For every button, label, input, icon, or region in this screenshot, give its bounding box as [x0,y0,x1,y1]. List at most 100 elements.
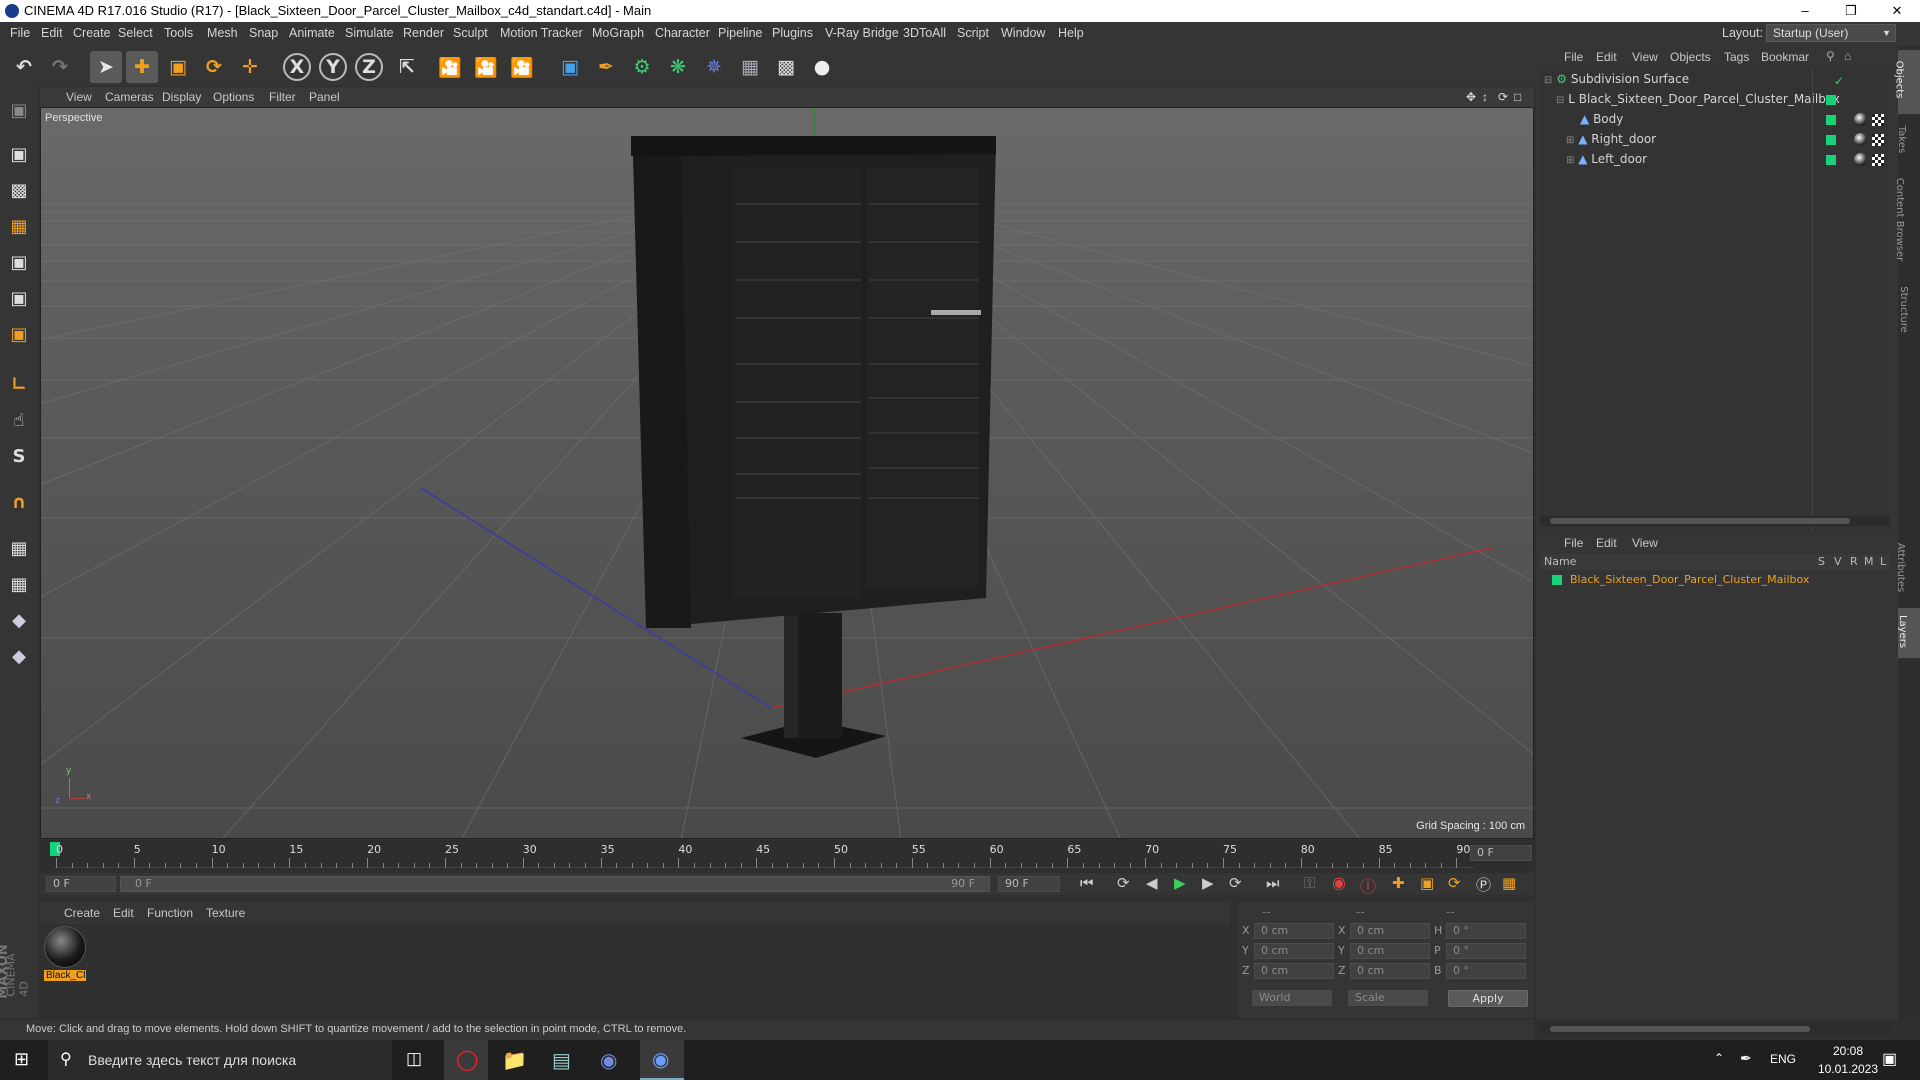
start-frame-field[interactable]: 0 F [46,876,116,892]
render-picture-viewer-icon[interactable]: 🎦 [470,51,502,83]
position-y-field[interactable]: 0 cm [1254,943,1334,959]
subdivision-surface-icon[interactable]: ⚙ [626,51,658,83]
move-tool-icon[interactable]: ✚ [126,51,158,83]
collapse-icon[interactable]: ⊟ [1556,95,1564,106]
tab-structure[interactable]: Structure [1898,280,1920,344]
polygons-mode-icon[interactable]: ▣ [3,318,35,350]
menu-select[interactable]: Select [118,26,153,40]
axis-mode-icon[interactable]: ∟ [3,368,35,400]
mat-menu-texture[interactable]: Texture [206,906,245,920]
key-position-icon[interactable]: ✚ [1392,874,1405,892]
object-row-mailbox[interactable]: ⊟ L Black_Sixteen_Door_Parcel_Cluster_Ma… [1556,92,1886,110]
menu-mesh[interactable]: Mesh [207,26,238,40]
lm-menu-view[interactable]: View [1632,536,1658,550]
menu-script[interactable]: Script [957,26,989,40]
tweak-mode-icon[interactable]: ☝ [3,404,35,436]
object-row-body[interactable]: ▲ Body [1580,112,1884,130]
vp-menu-view[interactable]: View [66,90,92,104]
prev-frame-icon[interactable]: ◀ [1146,874,1158,892]
menu-file[interactable]: File [10,26,30,40]
key-pla-icon[interactable]: ▦ [1502,874,1516,892]
end-frame-field[interactable]: 90 F [998,876,1060,892]
record-icon[interactable]: ◉ [1332,873,1346,892]
menu-snap[interactable]: Snap [249,26,278,40]
menu-3dtoall[interactable]: 3DToAll [903,26,946,40]
close-button[interactable]: ✕ [1874,0,1920,22]
rotate-view-icon[interactable]: ⟳ [1498,90,1508,104]
play-icon[interactable]: ▶ [1174,874,1186,892]
current-frame-field[interactable]: 0 F [1470,845,1532,861]
y-axis-lock-icon[interactable]: Y [319,53,347,81]
camera-icon[interactable]: ▩ [770,51,802,83]
tab-objects[interactable]: Objects [1893,50,1920,114]
collapse-icon[interactable]: ⊟ [1544,75,1552,86]
layer-color-icon[interactable] [1826,135,1836,145]
task-view-icon[interactable]: ◫ [406,1049,422,1069]
menu-vray-bridge[interactable]: V-Ray Bridge [825,26,899,40]
notification-icon[interactable]: ▣ [1882,1049,1897,1069]
size-mode-select[interactable]: Scale [1348,990,1428,1006]
menu-create[interactable]: Create [73,26,111,40]
layer-color-icon[interactable] [1826,115,1836,125]
zoom-view-icon[interactable]: ↕ [1482,90,1488,104]
vp-menu-panel[interactable]: Panel [309,90,340,104]
undo-icon[interactable]: ↶ [8,51,40,83]
key-scale-icon[interactable]: ▣ [1420,874,1434,892]
goto-end-icon[interactable]: ⏭ [1266,874,1280,892]
clock-time[interactable]: 20:08 [1818,1044,1878,1058]
workplane-icon[interactable]: ▦ [3,210,35,242]
tray-chevron-icon[interactable]: ⌃ [1714,1051,1724,1065]
lm-menu-edit[interactable]: Edit [1596,536,1617,550]
light-icon[interactable]: ● [806,51,838,83]
om-menu-objects[interactable]: Objects [1670,50,1711,64]
redo-icon[interactable]: ↷ [44,51,76,83]
menu-plugins[interactable]: Plugins [772,26,813,40]
cube-primitive-icon[interactable]: ▣ [554,51,586,83]
menu-tools[interactable]: Tools [164,26,193,40]
uvw-tag-icon[interactable] [1872,134,1884,146]
object-hscrollbar[interactable] [1540,516,1890,526]
tab-attributes[interactable]: Attributes [1895,534,1920,604]
texture-mode-icon[interactable]: ▩ [3,174,35,206]
apply-button[interactable]: Apply [1448,990,1528,1007]
layout-select[interactable]: Startup (User) ▼ [1766,24,1896,42]
language-indicator[interactable]: ENG [1770,1052,1796,1066]
layer-row[interactable]: Black_Sixteen_Door_Parcel_Cluster_Mailbo… [1548,572,1888,590]
vp-menu-cameras[interactable]: Cameras [105,90,154,104]
menu-simulate[interactable]: Simulate [345,26,394,40]
menu-mograph[interactable]: MoGraph [592,26,644,40]
rotation-h-field[interactable]: 0 ° [1446,923,1526,939]
frame-range-slider[interactable]: 0 F 90 F [120,876,990,892]
keyframe-icon[interactable]: ⚿ [1304,874,1315,892]
goto-start-icon[interactable]: ⏮ [1080,874,1094,892]
key-param-icon[interactable]: Ⓟ [1476,874,1491,895]
pen-spline-icon[interactable]: ✒ [590,51,622,83]
magnet-icon[interactable]: ∩ [3,486,35,518]
model-mode-icon[interactable]: ▣ [3,138,35,170]
rotation-p-field[interactable]: 0 ° [1446,943,1526,959]
coord-mode-select[interactable]: World [1252,990,1332,1006]
layer-color-icon[interactable] [1826,95,1836,105]
make-editable-icon[interactable]: ▣ [3,94,35,126]
file-explorer-icon[interactable]: 📁 [502,1048,527,1073]
menu-sculpt[interactable]: Sculpt [453,26,488,40]
snap-icon[interactable]: S [3,440,35,472]
search-icon[interactable]: ⚲ [1826,49,1835,63]
tab-takes[interactable]: Takes [1896,118,1920,162]
uvw-tag-icon[interactable] [1872,154,1884,166]
mailbox-model[interactable] [631,136,996,758]
next-frame-icon[interactable]: ▶ [1202,874,1214,892]
rotate-tool-icon[interactable]: ⟳ [198,51,230,83]
move-view-icon[interactable]: ✥ [1466,90,1476,104]
workplane-lock-icon[interactable]: ▦ [3,532,35,564]
maximize-view-icon[interactable]: □ [1514,90,1521,104]
next-key-icon[interactable]: ⟳ [1229,874,1242,892]
expand-icon[interactable]: ⊞ [1566,155,1574,166]
edges-mode-icon[interactable]: ▣ [3,282,35,314]
rotation-b-field[interactable]: 0 ° [1446,963,1526,979]
x-axis-lock-icon[interactable]: X [283,53,311,81]
object-row-subdivision[interactable]: ⊟ ⚙ Subdivision Surface ✓ [1544,72,1884,90]
vp-menu-options[interactable]: Options [213,90,254,104]
perspective-viewport[interactable]: Perspective Grid Spacing : 100 cm y x z [40,107,1534,839]
coordinate-system-icon[interactable]: ⇱ [391,51,423,83]
